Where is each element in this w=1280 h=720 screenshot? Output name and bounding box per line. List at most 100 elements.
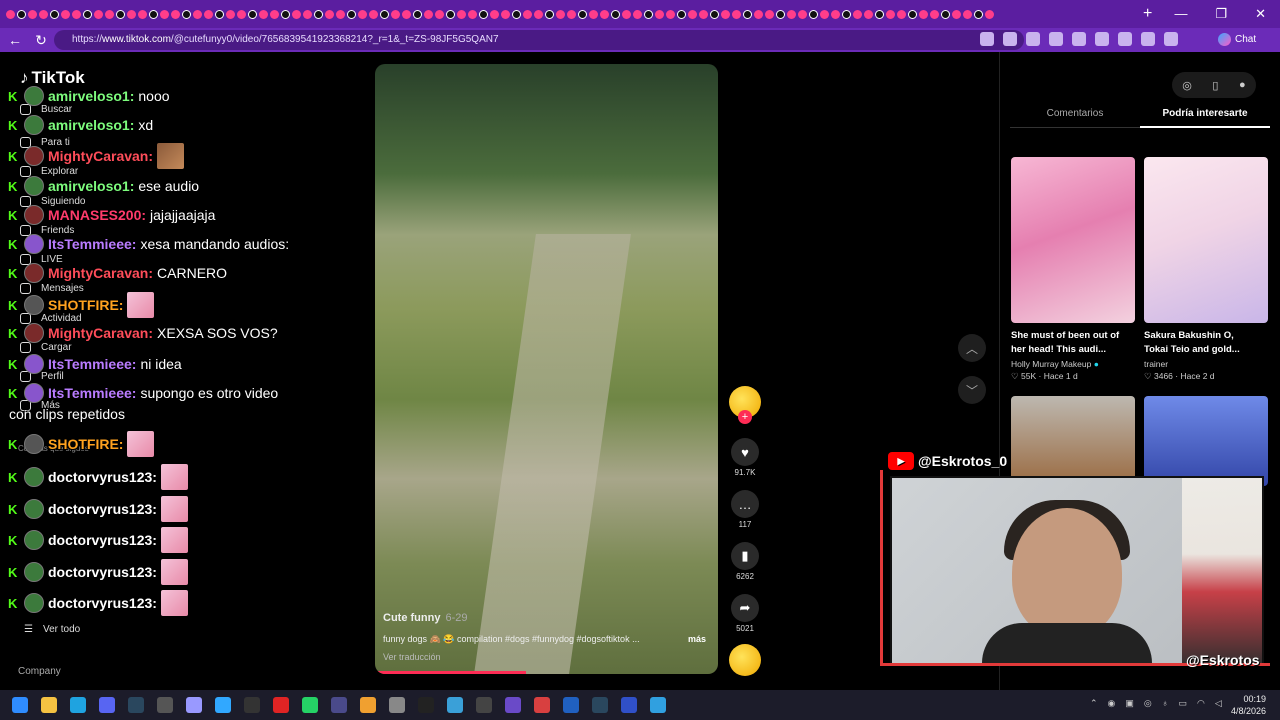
discord-icon[interactable] bbox=[99, 697, 115, 713]
browser-tab[interactable] bbox=[281, 9, 290, 19]
browser-tab[interactable] bbox=[204, 9, 213, 19]
app-icon[interactable] bbox=[447, 697, 463, 713]
suggested-video-card[interactable] bbox=[1011, 396, 1135, 486]
avatar[interactable]: ● bbox=[1239, 79, 1246, 91]
app-icon[interactable] bbox=[273, 697, 289, 713]
app-icon[interactable] bbox=[534, 697, 550, 713]
browser-tab[interactable] bbox=[688, 9, 697, 19]
caption-more-link[interactable]: más bbox=[688, 634, 706, 644]
suggested-video-card[interactable] bbox=[1144, 396, 1268, 486]
comment-button[interactable]: … 117 bbox=[728, 490, 762, 529]
browser-tab[interactable] bbox=[699, 9, 708, 19]
browser-tab[interactable] bbox=[501, 9, 510, 19]
tab-might-interest[interactable]: Podría interesarte bbox=[1140, 108, 1270, 128]
steam-tray-icon[interactable]: ◎ bbox=[1144, 698, 1152, 709]
star-icon[interactable] bbox=[1003, 32, 1017, 46]
browser-tab[interactable] bbox=[83, 9, 92, 19]
browser-tab[interactable] bbox=[237, 9, 246, 19]
like-button[interactable]: ♥ 91.7K bbox=[728, 438, 762, 477]
new-tab-button[interactable]: + bbox=[1143, 5, 1152, 23]
chevron-up-icon[interactable]: ⌃ bbox=[1090, 698, 1098, 709]
next-video-button[interactable]: ﹀ bbox=[958, 376, 986, 404]
browser-tab[interactable] bbox=[952, 9, 961, 19]
collections-icon[interactable] bbox=[1141, 32, 1155, 46]
browser-tab[interactable] bbox=[6, 9, 15, 19]
browser-tab[interactable] bbox=[743, 9, 752, 19]
browser-tab[interactable] bbox=[677, 9, 686, 19]
browser-tab[interactable] bbox=[534, 9, 543, 19]
settings-icon[interactable]: ◎ bbox=[1182, 79, 1192, 92]
browser-tab[interactable] bbox=[809, 9, 818, 19]
app-icon[interactable] bbox=[650, 697, 666, 713]
save-button[interactable]: ▮ 6262 bbox=[728, 542, 762, 581]
edge-icon[interactable] bbox=[70, 697, 86, 713]
browser-tab[interactable] bbox=[765, 9, 774, 19]
browser-tab[interactable] bbox=[754, 9, 763, 19]
browser-tab[interactable] bbox=[358, 9, 367, 19]
app-icon[interactable] bbox=[331, 697, 347, 713]
browser-tab[interactable] bbox=[347, 9, 356, 19]
browser-tab[interactable] bbox=[567, 9, 576, 19]
back-icon[interactable]: ← bbox=[4, 32, 26, 48]
previous-video-button[interactable]: ︿ bbox=[958, 334, 986, 362]
browser-tab[interactable] bbox=[556, 9, 565, 19]
browser-tab[interactable] bbox=[787, 9, 796, 19]
maximize-icon[interactable]: ❐ bbox=[1215, 6, 1227, 22]
browser-tab[interactable] bbox=[325, 9, 334, 19]
app-icon[interactable] bbox=[505, 697, 521, 713]
minimize-icon[interactable]: — bbox=[1174, 6, 1187, 22]
microphone-icon[interactable]: ♁ bbox=[1162, 698, 1169, 709]
app-icon[interactable] bbox=[360, 697, 376, 713]
browser-tab[interactable] bbox=[215, 9, 224, 19]
browser-tab[interactable] bbox=[490, 9, 499, 19]
device-icon[interactable]: ▯ bbox=[1212, 79, 1218, 92]
translate-link[interactable]: Ver traducción bbox=[383, 652, 441, 662]
browser-tab[interactable] bbox=[446, 9, 455, 19]
browser-tab[interactable] bbox=[842, 9, 851, 19]
browser-tab[interactable] bbox=[50, 9, 59, 19]
obs-icon[interactable] bbox=[476, 697, 492, 713]
browser-tab[interactable] bbox=[941, 9, 950, 19]
windows-start-icon[interactable] bbox=[12, 697, 28, 713]
steam-icon[interactable] bbox=[128, 697, 144, 713]
app-tray-icon[interactable]: ▣ bbox=[1125, 698, 1134, 709]
app-icon[interactable] bbox=[389, 697, 405, 713]
browser-tab[interactable] bbox=[919, 9, 928, 19]
extension-icon[interactable] bbox=[1095, 32, 1109, 46]
browser-tab[interactable] bbox=[72, 9, 81, 19]
wifi-icon[interactable]: ◠ bbox=[1197, 698, 1205, 709]
browser-tab[interactable] bbox=[974, 9, 983, 19]
extension-icon[interactable] bbox=[1026, 32, 1040, 46]
browser-tab[interactable] bbox=[831, 9, 840, 19]
browser-tab[interactable] bbox=[633, 9, 642, 19]
browser-tab[interactable] bbox=[171, 9, 180, 19]
browser-tab[interactable] bbox=[105, 9, 114, 19]
browser-tab[interactable] bbox=[17, 9, 26, 19]
card-author[interactable]: trainer bbox=[1144, 359, 1268, 369]
copilot-chat-button[interactable]: Chat bbox=[1218, 33, 1256, 46]
browser-tab[interactable] bbox=[226, 9, 235, 19]
browser-tab[interactable] bbox=[732, 9, 741, 19]
browser-tab[interactable] bbox=[424, 9, 433, 19]
browser-tab[interactable] bbox=[149, 9, 158, 19]
browser-tab[interactable] bbox=[589, 9, 598, 19]
extension-icon[interactable] bbox=[1049, 32, 1063, 46]
network-icon[interactable]: ▭ bbox=[1179, 698, 1188, 709]
browser-tab[interactable] bbox=[908, 9, 917, 19]
app-icon[interactable] bbox=[157, 697, 173, 713]
tiktok-logo[interactable]: ♪ TikTok bbox=[20, 68, 85, 88]
share-button[interactable]: ➦ 5021 bbox=[728, 594, 762, 633]
steam-icon[interactable] bbox=[592, 697, 608, 713]
author-avatar-button[interactable]: + bbox=[728, 386, 762, 424]
browser-tab[interactable] bbox=[435, 9, 444, 19]
browser-tab[interactable] bbox=[413, 9, 422, 19]
chrome-icon[interactable]: ◉ bbox=[1108, 698, 1116, 709]
browser-tab[interactable] bbox=[391, 9, 400, 19]
reload-icon[interactable]: ↻ bbox=[30, 32, 52, 49]
volume-icon[interactable]: ◁ bbox=[1215, 698, 1222, 709]
browser-tab[interactable] bbox=[468, 9, 477, 19]
browser-tab[interactable] bbox=[512, 9, 521, 19]
browser-tab[interactable] bbox=[28, 9, 37, 19]
app-icon[interactable] bbox=[563, 697, 579, 713]
browser-tab[interactable] bbox=[600, 9, 609, 19]
